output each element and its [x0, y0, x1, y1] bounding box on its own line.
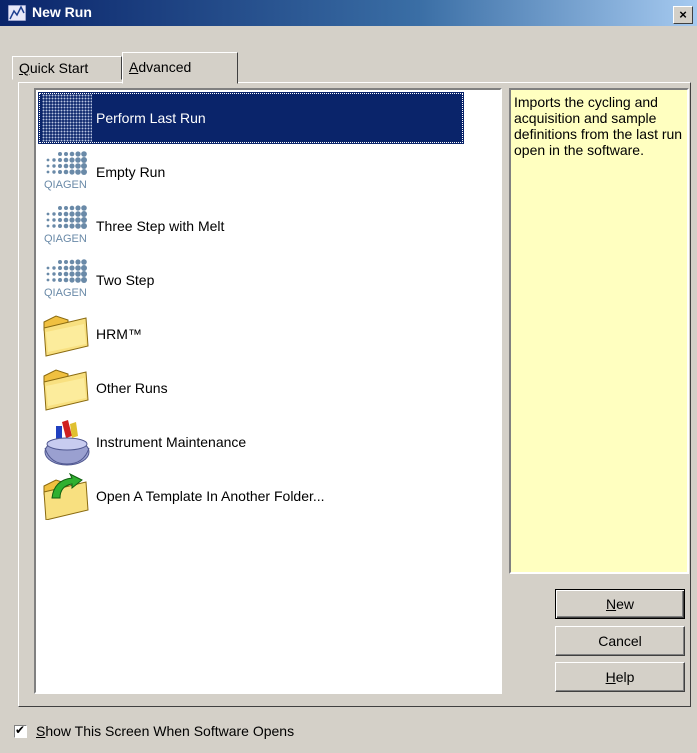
list-item-hrm[interactable]: HRM™ [38, 308, 468, 360]
list-item-label: Open A Template In Another Folder... [96, 488, 325, 504]
tab-advanced-label: dvanced [138, 59, 192, 75]
folder-open-arrow-icon [43, 472, 89, 520]
cancel-button-label: Cancel [598, 633, 642, 649]
show-screen-mnemonic: S [36, 723, 46, 739]
template-list[interactable]: Perform Last Run QIAGEN Empty Run QIAGEN… [34, 88, 502, 694]
new-button-mnemonic: N [605, 596, 617, 612]
toolbox-icon [44, 420, 90, 466]
close-button[interactable]: × [673, 6, 693, 24]
show-screen-label-text: how This Screen When Software Opens [45, 723, 295, 739]
list-item-label: Empty Run [96, 164, 166, 180]
list-item-instrument-maintenance[interactable]: Instrument Maintenance [38, 416, 468, 468]
tab-advanced[interactable]: Advanced [122, 52, 238, 84]
svg-text:QIAGEN: QIAGEN [44, 287, 87, 299]
title-bar[interactable]: New Run × [0, 0, 697, 26]
tab-quick-start-mnemonic: Q [19, 60, 30, 76]
folder-icon [43, 369, 89, 411]
list-item-label: HRM™ [96, 326, 142, 342]
qiagen-dots-icon [42, 94, 92, 142]
show-screen-checkbox[interactable]: ✔ [14, 723, 27, 738]
list-item-label: Other Runs [96, 380, 168, 396]
qiagen-logo-icon: QIAGEN [44, 259, 87, 299]
help-button-label: elp [615, 669, 635, 685]
svg-text:QIAGEN: QIAGEN [44, 179, 87, 191]
new-button[interactable]: New [555, 589, 685, 619]
checkmark-icon: ✔ [15, 723, 26, 737]
help-button[interactable]: Help [555, 662, 685, 692]
description-panel: Imports the cycling and acquisition and … [509, 88, 689, 574]
close-icon: × [679, 7, 687, 22]
help-button-mnemonic: H [605, 669, 616, 685]
list-item-label: Instrument Maintenance [96, 434, 247, 450]
app-icon [8, 5, 26, 21]
show-screen-label: Show This Screen When Software Opens [36, 723, 294, 739]
list-item-open-template[interactable]: Open A Template In Another Folder... [38, 470, 468, 522]
tab-quick-start-label: uick Start [29, 60, 89, 76]
tab-advanced-mnemonic: A [129, 59, 139, 75]
list-item-label: Perform Last Run [96, 110, 206, 126]
list-item-empty-run[interactable]: QIAGEN Empty Run [38, 146, 468, 198]
qiagen-logo-icon: QIAGEN [44, 205, 87, 245]
list-item-two-step[interactable]: QIAGEN Two Step [38, 254, 468, 306]
tab-quick-start[interactable]: Quick Start [12, 56, 122, 80]
list-item-label: Three Step with Melt [96, 218, 225, 234]
list-item-other-runs[interactable]: Other Runs [38, 362, 468, 414]
cancel-button[interactable]: Cancel [555, 626, 685, 656]
list-item-label: Two Step [96, 272, 155, 288]
list-item-perform-last-run[interactable]: Perform Last Run [38, 92, 468, 144]
svg-text:QIAGEN: QIAGEN [44, 233, 87, 245]
folder-icon [43, 315, 89, 357]
qiagen-logo-icon: QIAGEN [44, 151, 87, 191]
new-run-dialog: New Run × Quick Start Advanced Perform L… [0, 0, 697, 753]
new-button-label: ew [616, 596, 635, 612]
window-title: New Run [32, 4, 92, 20]
list-item-three-step-with-melt[interactable]: QIAGEN Three Step with Melt [38, 200, 468, 252]
